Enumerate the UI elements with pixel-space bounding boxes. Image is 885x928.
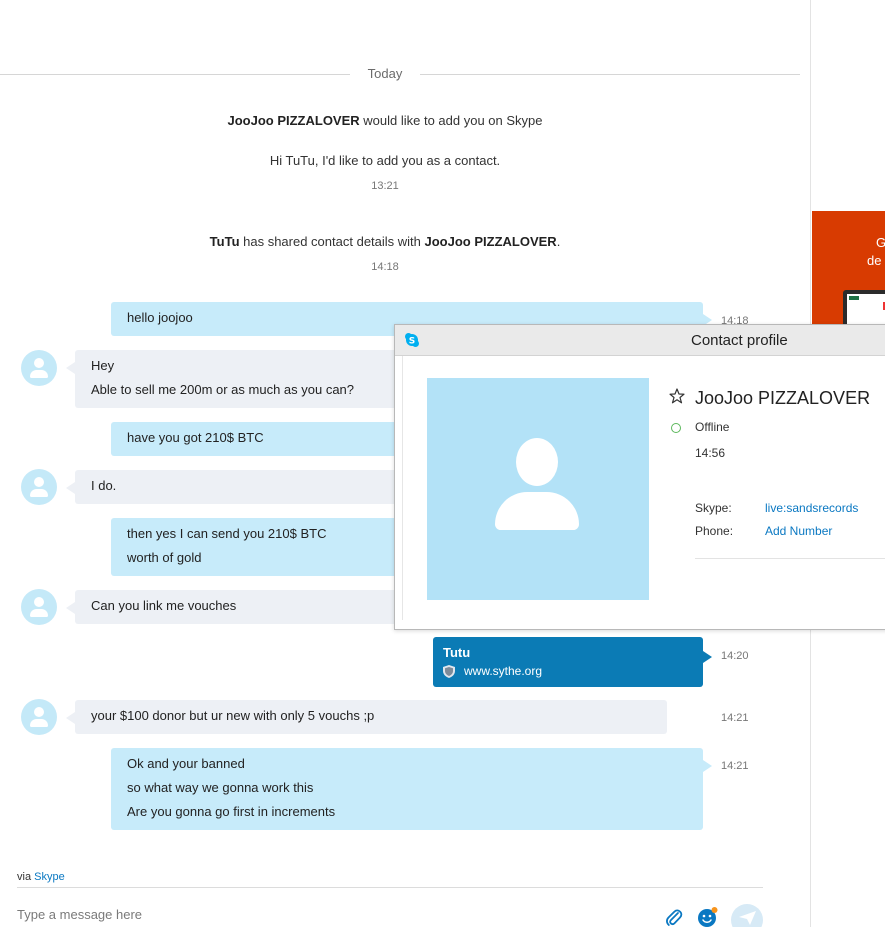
- profile-picture: [427, 378, 649, 600]
- avatar-icon[interactable]: [21, 589, 57, 625]
- popup-body: JooJoo PIZZALOVER Offline 14:56 Skype: l…: [402, 356, 885, 620]
- via-prefix: via: [17, 871, 32, 883]
- last-seen-time: 14:56: [695, 446, 726, 460]
- system-text: has shared contact details with: [239, 234, 425, 249]
- link-title: Tutu: [443, 645, 471, 660]
- message-text: your $100 donor but ur new with only 5 v…: [91, 708, 375, 723]
- avatar-icon[interactable]: [21, 469, 57, 505]
- link-url[interactable]: www.sythe.org: [443, 662, 693, 680]
- emoji-icon[interactable]: [697, 906, 719, 928]
- message-text: I do.: [91, 478, 117, 493]
- message-timestamp: 14:21: [721, 760, 749, 772]
- presence-status: Offline: [695, 420, 730, 434]
- incoming-message[interactable]: I do.: [66, 470, 405, 504]
- skype-logo-icon: S: [405, 333, 419, 347]
- skype-id-link[interactable]: live:sandsrecords: [765, 501, 858, 515]
- popup-title: Contact profile: [691, 332, 788, 349]
- avatar-icon[interactable]: [21, 350, 57, 386]
- sender-name: TuTu: [209, 234, 240, 249]
- popup-titlebar[interactable]: S Contact profile: [395, 325, 885, 356]
- send-icon[interactable]: [730, 903, 764, 927]
- link-url-text: www.sythe.org: [464, 664, 543, 678]
- outgoing-message[interactable]: Ok and your banned so what way we gonna …: [111, 748, 712, 830]
- phone-label: Phone:: [695, 524, 734, 538]
- system-message: Hi TuTu, I'd like to add you as a contac…: [0, 153, 770, 168]
- contact-name: JooJoo PIZZALOVER: [695, 388, 871, 408]
- message-text: have you got 210$ BTC: [127, 430, 264, 445]
- sender-name: JooJoo PIZZALOVER: [424, 234, 557, 249]
- message-text: Hey: [91, 358, 115, 373]
- avatar-icon[interactable]: [21, 699, 57, 735]
- incoming-message[interactable]: Hey Able to sell me 200m or as much as y…: [66, 350, 405, 408]
- message-text: Can you link me vouches: [91, 598, 237, 613]
- paperclip-icon[interactable]: [664, 907, 684, 927]
- incoming-message[interactable]: your $100 donor but ur new with only 5 v…: [66, 700, 667, 734]
- message-text: so what way we gonna work this: [127, 780, 314, 795]
- system-message: JooJoo PIZZALOVER would like to add you …: [0, 113, 770, 128]
- star-icon[interactable]: [669, 388, 685, 404]
- add-number-link[interactable]: Add Number: [765, 524, 832, 538]
- divider: [420, 74, 800, 75]
- via-skype-link[interactable]: Skype: [34, 871, 65, 883]
- message-timestamp: 14:21: [721, 712, 749, 724]
- message-text: Ok and your banned: [127, 756, 245, 771]
- incoming-message[interactable]: Can you link me vouches: [66, 590, 405, 624]
- day-separator-label: Today: [367, 66, 403, 81]
- system-text: Hi TuTu, I'd like to add you as a contac…: [269, 153, 501, 168]
- promo-text: G: [876, 235, 885, 250]
- system-text: .: [556, 234, 561, 249]
- outgoing-message[interactable]: have you got 210$ BTC: [111, 422, 420, 456]
- skype-label: Skype:: [695, 501, 732, 515]
- message-text: Able to sell me 200m or as much as you c…: [91, 382, 355, 397]
- promo-image: [843, 290, 885, 325]
- divider: [17, 887, 763, 888]
- day-separator: Today: [0, 66, 800, 84]
- message-input[interactable]: Type a message here: [17, 907, 142, 922]
- contact-profile-popup[interactable]: S Contact profile JooJoo PIZZALOVER Offl…: [394, 324, 885, 630]
- sender-name: JooJoo PIZZALOVER: [227, 113, 360, 128]
- message-text: worth of gold: [127, 550, 202, 565]
- link-preview-card[interactable]: Tutu www.sythe.org: [433, 637, 712, 687]
- message-text: then yes I can send you 210$ BTC: [127, 526, 327, 541]
- promo-banner[interactable]: G de: [812, 211, 885, 325]
- via-indicator: via Skype: [17, 871, 65, 883]
- divider: [0, 74, 350, 75]
- message-timestamp: 13:21: [371, 180, 399, 192]
- presence-offline-icon: [671, 423, 681, 433]
- message-timestamp: 14:18: [371, 261, 399, 273]
- divider: [695, 558, 885, 559]
- outgoing-message[interactable]: then yes I can send you 210$ BTC worth o…: [111, 518, 420, 576]
- system-text: would like to add you on Skype: [359, 113, 543, 128]
- svg-text:S: S: [409, 337, 415, 347]
- message-text: Are you gonna go first in increments: [127, 804, 336, 819]
- shield-icon: [443, 664, 455, 678]
- promo-text: de: [867, 253, 882, 268]
- message-timestamp: 14:20: [721, 650, 749, 662]
- system-message: TuTu has shared contact details with Joo…: [0, 234, 770, 249]
